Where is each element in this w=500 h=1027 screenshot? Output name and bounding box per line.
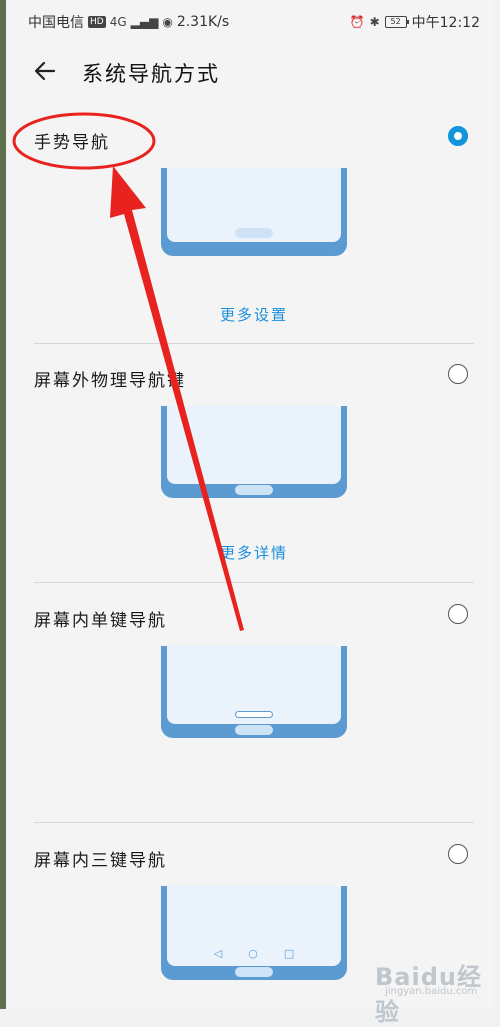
alarm-icon: ⏰ xyxy=(349,15,365,29)
battery-icon: 52 xyxy=(384,16,409,28)
phone-illustration-physical xyxy=(161,406,347,498)
radio-single-key-nav[interactable] xyxy=(448,604,468,624)
status-bar: 中国电信 HD 4G ▂▄▆ ◉ 2.31K/s ⏰ ✱ 52 中午12:12 xyxy=(6,0,494,40)
network-type: 4G xyxy=(109,15,127,29)
recent-key-icon: □ xyxy=(283,947,295,960)
option-label: 屏幕外物理导航键 xyxy=(34,371,186,391)
status-right: ⏰ ✱ 52 中午12:12 xyxy=(350,12,480,32)
radio-gesture-navigation[interactable] xyxy=(448,126,468,146)
back-key-icon: ◁ xyxy=(213,947,223,960)
signal-icon: ▂▄▆ xyxy=(130,15,159,29)
more-settings-link[interactable]: 更多设置 xyxy=(220,304,288,325)
single-key-bar xyxy=(235,711,273,718)
settings-screen: 中国电信 HD 4G ▂▄▆ ◉ 2.31K/s ⏰ ✱ 52 中午12:12 … xyxy=(6,0,494,1026)
home-pill xyxy=(235,228,273,238)
status-left: 中国电信 HD 4G ▂▄▆ ◉ 2.31K/s xyxy=(28,12,229,32)
option-label: 屏幕内单键导航 xyxy=(34,611,167,631)
three-nav-keys: ◁ ○ □ xyxy=(167,947,341,960)
net-speed: 2.31K/s xyxy=(176,14,230,30)
wifi-icon: ◉ xyxy=(162,15,173,29)
divider xyxy=(34,822,474,823)
home-pill xyxy=(235,725,273,735)
home-key-icon: ○ xyxy=(248,947,258,960)
watermark-url: jingyan.baidu.com xyxy=(385,986,478,997)
app-bar: 系统导航方式 xyxy=(6,52,494,92)
phone-illustration-single-key xyxy=(161,646,347,738)
divider xyxy=(34,582,474,583)
divider xyxy=(34,343,474,344)
option-label: 屏幕内三键导航 xyxy=(34,851,167,871)
clock: 中午12:12 xyxy=(411,15,480,31)
page-title: 系统导航方式 xyxy=(82,62,220,86)
option-single-key-nav[interactable]: 屏幕内单键导航 xyxy=(6,598,494,822)
physical-key xyxy=(235,485,273,495)
baidu-watermark: Baidu经验 jingyan.baidu.com xyxy=(371,955,486,1026)
phone-illustration-three-key: ◁ ○ □ xyxy=(161,886,347,980)
bluetooth-icon: ✱ xyxy=(369,15,380,29)
back-arrow-icon[interactable] xyxy=(32,58,58,84)
hd-icon: HD xyxy=(88,16,106,28)
option-label: 手势导航 xyxy=(34,133,110,153)
radio-three-key-nav[interactable] xyxy=(448,844,468,864)
phone-illustration-gesture xyxy=(161,168,347,256)
carrier-name: 中国电信 xyxy=(28,15,84,31)
home-pill xyxy=(235,967,273,977)
more-details-link[interactable]: 更多详情 xyxy=(220,542,288,563)
option-gesture-navigation[interactable]: 手势导航 更多设置 xyxy=(6,118,494,343)
option-physical-nav-key[interactable]: 屏幕外物理导航键 更多详情 xyxy=(6,360,494,582)
radio-physical-nav-key[interactable] xyxy=(448,364,468,384)
